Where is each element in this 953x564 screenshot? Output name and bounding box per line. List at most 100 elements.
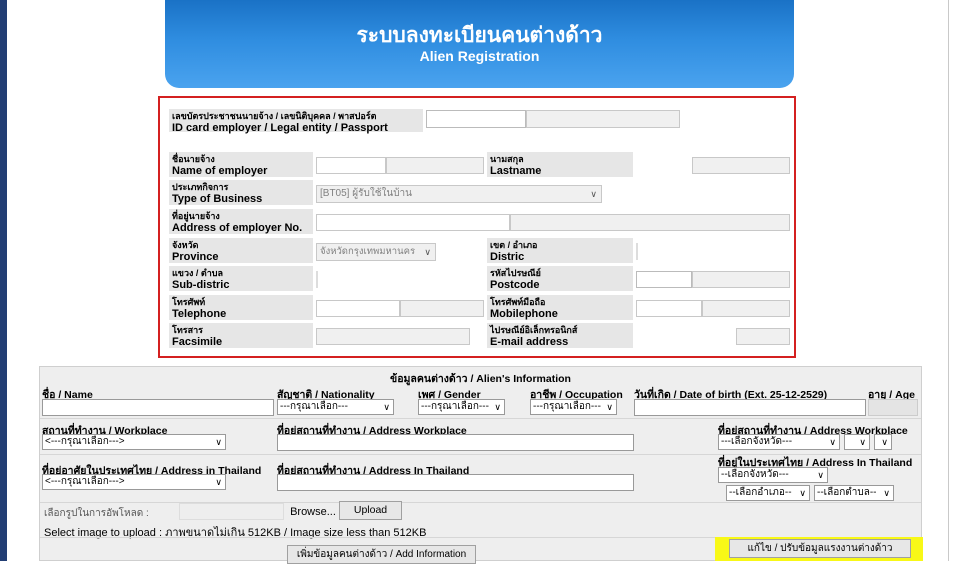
page-title-english: Alien Registration (419, 48, 540, 64)
nationality-select[interactable]: ---กรุณาเลือก--- ∨ (277, 399, 394, 415)
workplace-tambon-select[interactable]: ∨ (874, 434, 892, 450)
occupation-value: ---กรุณาเลือก--- (533, 401, 601, 412)
id-card-input-extension[interactable] (526, 110, 680, 128)
email-label-thai: ไปรษณีย์อิเล็กทรอนิกส์ (490, 325, 578, 335)
province-value: จังหวัดกรุงเทพมหานคร (320, 246, 416, 257)
thai-province-select[interactable]: --เลือกจังหวัด--- ∨ (718, 467, 828, 483)
id-card-label-english: ID card employer / Legal entity / Passpo… (172, 122, 388, 134)
postcode-label-english: Postcode (490, 279, 540, 291)
chevron-down-icon: ∨ (494, 402, 501, 412)
row-divider (40, 418, 921, 419)
province-label-thai: จังหวัด (172, 240, 199, 250)
occupation-select[interactable]: ---กรุณาเลือก--- ∨ (530, 399, 617, 415)
age-input[interactable] (868, 399, 918, 416)
lastname-label-english: Lastname (490, 165, 542, 177)
thai-tambon-value: --เลือกตำบล-- (817, 487, 877, 498)
photo-file-path (179, 503, 284, 520)
email-input-extension[interactable] (736, 328, 790, 345)
postcode-input[interactable] (636, 271, 692, 288)
district-label-thai: เขต / อำเภอ (490, 240, 538, 250)
telephone-label-thai: โทรศัพท์ (172, 297, 206, 307)
edit-alien-button[interactable]: แก้ไข / ปรับข้อมูลแรงงานต่างด้าว (729, 539, 911, 558)
district-select[interactable] (636, 243, 638, 260)
district-label: เขต / อำเภอ Distric (487, 238, 633, 263)
employer-name-label-thai: ชื่อนายจ้าง (172, 154, 215, 164)
browse-button[interactable]: Browse... (287, 503, 339, 522)
business-type-select[interactable]: [BT05] ผู้รับใช้ในบ้าน ∨ (316, 185, 602, 203)
date-of-birth-input[interactable] (634, 399, 866, 416)
window-edge (0, 0, 7, 561)
email-label-english: E-mail address (490, 336, 569, 348)
mobile-label-thai: โทรศัพท์มือถือ (490, 297, 546, 307)
mobile-input[interactable] (636, 300, 702, 317)
id-card-label-thai: เลขบัตรประชาชนนายจ้าง / เลขนิติบุคคล / พ… (172, 111, 377, 121)
business-type-label: ประเภทกิจการ Type of Business (169, 180, 313, 205)
chevron-down-icon: ∨ (799, 488, 806, 498)
address-input[interactable] (316, 214, 510, 231)
mobile-label-english: Mobilephone (490, 308, 558, 320)
thai-address-input[interactable] (277, 474, 634, 491)
thai-amphoe-select[interactable]: --เลือกอำเภอ-- ∨ (726, 485, 810, 501)
telephone-input[interactable] (316, 300, 400, 317)
chevron-down-icon: ∨ (215, 477, 222, 487)
address-label-english: Address of employer No. (172, 222, 303, 234)
workplace-address-input[interactable] (277, 434, 634, 451)
workplace-amphoe-select[interactable]: ∨ (844, 434, 870, 450)
lastname-input-extension[interactable] (692, 157, 790, 174)
subdistrict-label-thai: แขวง / ตำบล (172, 268, 224, 278)
district-label-english: Distric (490, 251, 525, 263)
workplace-province-select[interactable]: ---เลือกจังหวัด--- ∨ (718, 434, 840, 450)
lastname-label-thai: นามสกุล (490, 154, 524, 164)
fax-input[interactable] (316, 328, 470, 345)
row-divider (40, 502, 921, 503)
nationality-value: ---กรุณาเลือก--- (280, 401, 348, 412)
employer-name-input-extension[interactable] (386, 157, 484, 174)
mobile-label: โทรศัพท์มือถือ Mobilephone (487, 295, 633, 320)
alien-name-input[interactable] (42, 399, 274, 416)
fax-label-english: Facsimile (172, 336, 223, 348)
gender-select[interactable]: ---กรุณาเลือก--- ∨ (418, 399, 505, 415)
chevron-down-icon: ∨ (881, 437, 888, 447)
subdistrict-select[interactable] (316, 271, 318, 288)
mobile-input-extension[interactable] (702, 300, 790, 317)
id-card-input[interactable] (426, 110, 526, 128)
alien-section-title: ข้อมูลคนต่างด้าว / Alien's Information (390, 373, 571, 385)
lastname-input[interactable] (636, 157, 692, 174)
telephone-input-extension[interactable] (400, 300, 484, 317)
telephone-label-english: Telephone (172, 308, 227, 320)
business-type-value: [BT05] ผู้รับใช้ในบ้าน (320, 188, 413, 199)
subdistrict-label: แขวง / ตำบล Sub-distric (169, 266, 313, 291)
chevron-down-icon: ∨ (606, 402, 613, 412)
employer-name-label: ชื่อนายจ้าง Name of employer (169, 152, 313, 177)
business-type-label-english: Type of Business (172, 193, 263, 205)
alien-information-section: ข้อมูลคนต่างด้าว / Alien's Information ช… (39, 366, 923, 564)
employer-name-input[interactable] (316, 157, 386, 174)
telephone-label: โทรศัพท์ Telephone (169, 295, 313, 320)
workplace-select[interactable]: <---กรุณาเลือก---> ∨ (42, 434, 226, 450)
upload-button[interactable]: Upload (339, 501, 402, 520)
chevron-down-icon: ∨ (590, 189, 597, 199)
chevron-down-icon: ∨ (829, 437, 836, 447)
thai-residence-select[interactable]: <---กรุณาเลือก---> ∨ (42, 474, 226, 490)
chevron-down-icon: ∨ (817, 470, 824, 480)
email-input[interactable] (636, 328, 736, 345)
chevron-down-icon: ∨ (883, 488, 890, 498)
postcode-input-extension[interactable] (692, 271, 790, 288)
postcode-label: รหัสไปรษณีย์ Postcode (487, 266, 633, 291)
thai-residence-value: <---กรุณาเลือก---> (45, 476, 125, 487)
scroll-divider (948, 0, 949, 561)
upload-hint: Select image to upload : ภาพขนาดไม่เกิน … (44, 527, 427, 539)
thai-amphoe-value: --เลือกอำเภอ-- (729, 487, 792, 498)
chevron-down-icon: ∨ (859, 437, 866, 447)
id-card-label: เลขบัตรประชาชนนายจ้าง / เลขนิติบุคคล / พ… (169, 109, 423, 134)
thai-tambon-select[interactable]: --เลือกตำบล-- ∨ (814, 485, 894, 501)
postcode-label-thai: รหัสไปรษณีย์ (490, 268, 541, 278)
business-type-label-thai: ประเภทกิจการ (172, 182, 229, 192)
add-information-button[interactable]: เพิ่มข้อมูลคนต่างด้าว / Add Information (287, 545, 476, 564)
address-label: ที่อยู่นายจ้าง Address of employer No. (169, 209, 313, 234)
province-label-english: Province (172, 251, 219, 263)
address-input-extension[interactable] (510, 214, 790, 231)
employer-section: เลขบัตรประชาชนนายจ้าง / เลขนิติบุคคล / พ… (158, 96, 796, 358)
gender-value: ---กรุณาเลือก--- (421, 401, 489, 412)
province-select[interactable]: จังหวัดกรุงเทพมหานคร ∨ (316, 243, 436, 261)
